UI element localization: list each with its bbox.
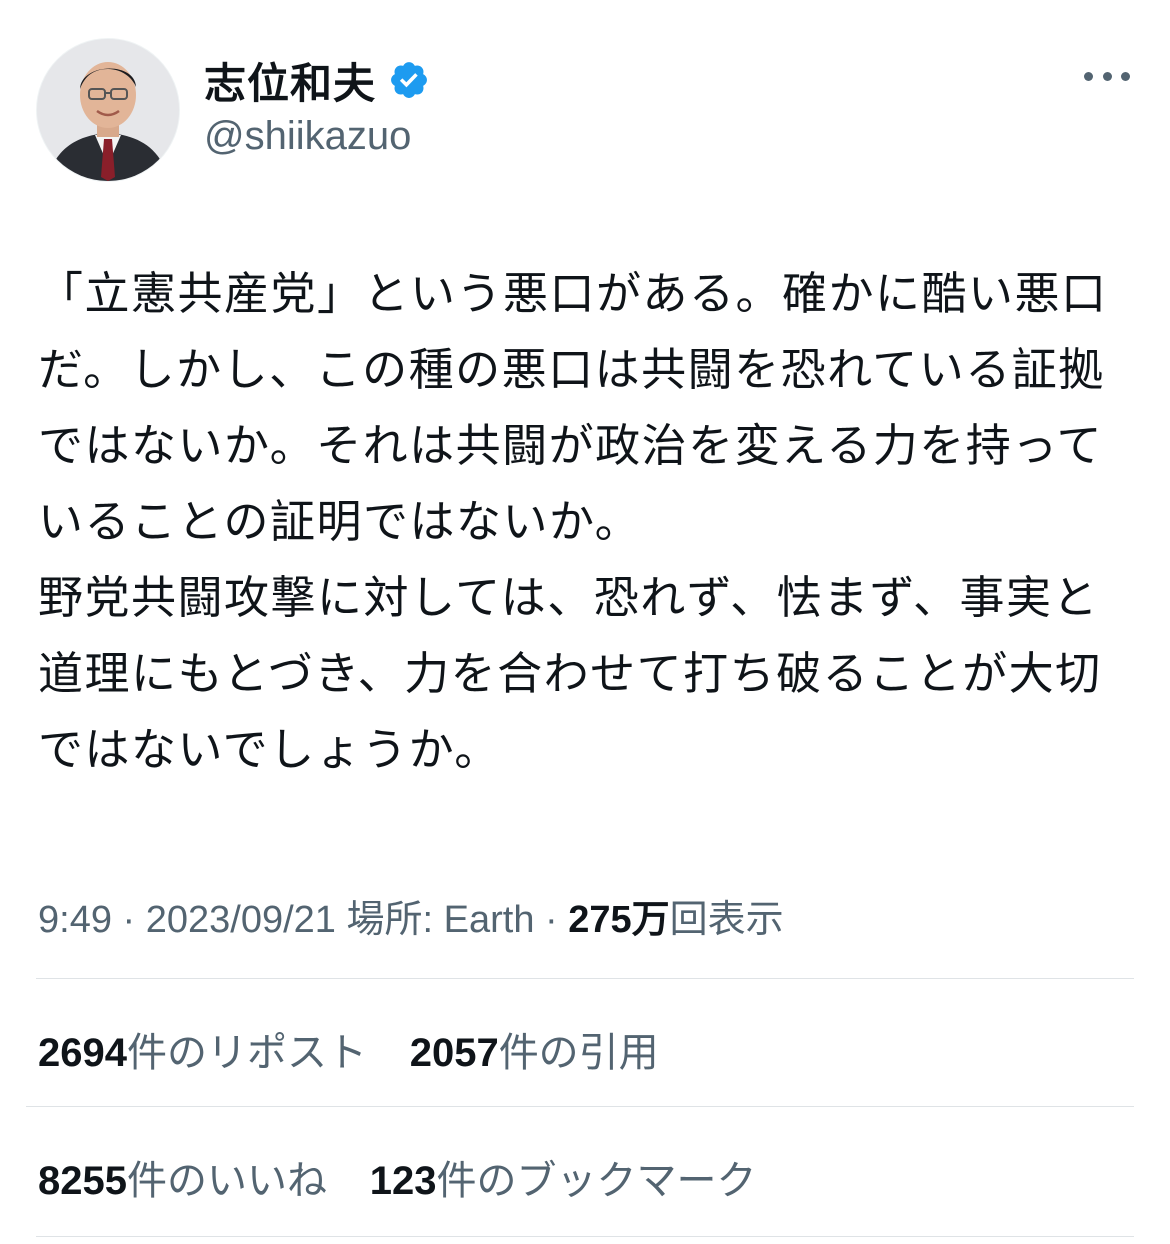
- reposts-count: 2694: [38, 1031, 127, 1075]
- avatar-photo: [37, 39, 179, 181]
- divider: [26, 1106, 1134, 1107]
- divider: [36, 1236, 1134, 1237]
- author-display-name[interactable]: 志位和夫: [204, 50, 376, 111]
- tweet-text: 「立憲共産党」という悪口がある。確かに酷い悪口だ。しかし、この種の悪口は共闘を恐…: [38, 267, 1108, 776]
- stats-row-reposts-quotes: 2694件のリポスト 2057件の引用: [38, 1020, 689, 1078]
- location-label: 場所:: [346, 899, 444, 941]
- location-value: Earth: [443, 899, 535, 941]
- quotes-count: 2057: [409, 1031, 499, 1075]
- tweet-date[interactable]: 2023/09/21: [146, 899, 336, 941]
- quotes-stat[interactable]: 2057件の引用: [410, 1030, 659, 1076]
- likes-stat[interactable]: 8255件のいいね: [38, 1158, 327, 1204]
- verified-badge-icon: [388, 59, 430, 101]
- avatar[interactable]: [36, 38, 180, 182]
- likes-label: 件のいいね: [126, 1158, 327, 1204]
- author-handle[interactable]: @shiikazuo: [204, 114, 411, 159]
- bookmarks-count: 123: [369, 1159, 437, 1203]
- meta-separator: ·: [111, 899, 146, 941]
- quotes-label: 件の引用: [498, 1030, 659, 1076]
- views-count: 275万: [568, 899, 670, 941]
- more-options-icon[interactable]: [1084, 66, 1130, 86]
- reposts-stat[interactable]: 2694件のリポスト: [38, 1030, 367, 1076]
- tweet-meta: 9:49 · 2023/09/21 場所: Earth · 275万回表示: [38, 888, 784, 943]
- likes-count: 8255: [38, 1159, 127, 1203]
- reposts-label: 件のリポスト: [126, 1030, 367, 1076]
- stats-row-likes-bookmarks: 8255件のいいね 123件のブックマーク: [38, 1148, 786, 1206]
- author-name-row[interactable]: 志位和夫: [204, 50, 430, 110]
- bookmarks-stat[interactable]: 123件のブックマーク: [370, 1158, 757, 1204]
- tweet-time[interactable]: 9:49: [38, 899, 112, 941]
- divider: [36, 978, 1134, 979]
- bookmarks-label: 件のブックマーク: [436, 1158, 757, 1204]
- meta-separator: ·: [534, 899, 569, 941]
- views-label: 回表示: [669, 899, 784, 941]
